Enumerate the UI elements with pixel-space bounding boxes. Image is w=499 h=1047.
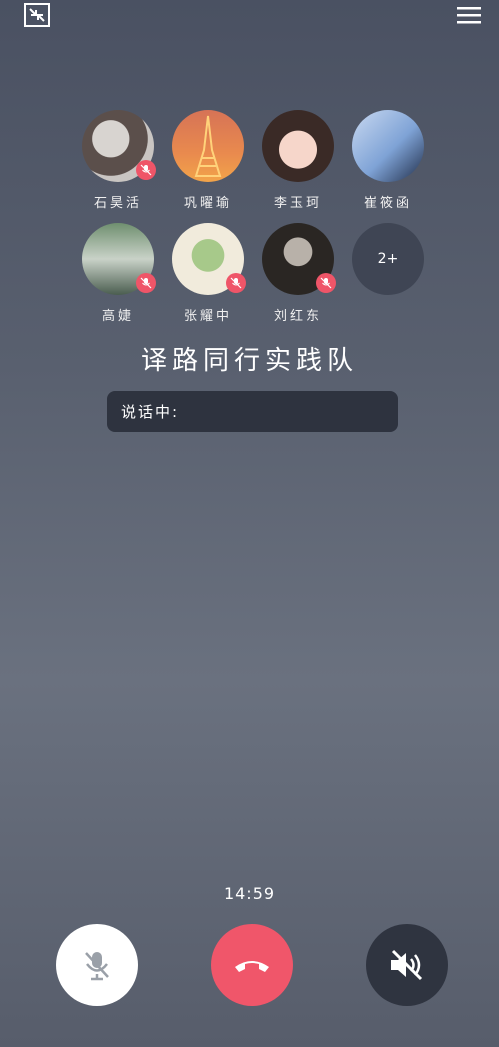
more-participants-badge: 2+ [352,223,424,295]
participant-tile[interactable]: 崔筱函 [342,110,434,211]
participant-name: 李玉珂 [273,196,322,211]
participant-name: 巩曜瑜 [183,196,232,211]
mic-off-icon [140,277,152,289]
participant-name: 高婕 [101,309,134,324]
menu-button[interactable] [455,0,483,30]
avatar [262,110,334,182]
participant-tile[interactable]: 巩曜瑜 [162,110,254,211]
call-timer: 14:59 [223,884,276,903]
menu-icon [457,7,481,24]
speaker-off-icon [391,949,423,981]
participant-tile[interactable]: 刘红东 [252,223,344,324]
participant-tile[interactable]: 李玉珂 [252,110,344,211]
minimize-button[interactable] [22,0,52,30]
mute-button[interactable] [56,924,138,1006]
avatar [262,223,336,295]
participant-name: 刘红东 [273,309,322,324]
more-participants-button[interactable]: 2+ [342,223,434,295]
mic-off-icon [320,277,332,289]
speaker-button[interactable] [366,924,448,1006]
avatar [172,110,244,182]
participant-name: 张耀中 [183,309,232,324]
muted-badge [316,273,336,293]
mic-off-icon [85,952,109,981]
minimize-icon [24,3,50,27]
participant-name: 崔筱函 [363,196,412,211]
group-title: 译路同行实践队 [140,346,358,376]
muted-badge [226,273,246,293]
hang-up-icon [235,961,269,972]
avatar [82,110,156,182]
speaking-indicator: 说话中: [107,391,398,432]
eiffel-tower-icon [194,115,222,177]
muted-badge [136,273,156,293]
mic-off-icon [230,277,242,289]
participant-tile[interactable]: 张耀中 [162,223,254,324]
avatar [82,223,156,295]
hang-up-button[interactable] [211,924,293,1006]
muted-badge [136,160,156,180]
participant-tile[interactable]: 高婕 [72,223,164,324]
avatar [172,223,246,295]
participant-tile[interactable]: 石昊活 [72,110,164,211]
participant-name: 石昊活 [93,196,142,211]
avatar [352,110,424,182]
mic-off-icon [140,164,152,176]
